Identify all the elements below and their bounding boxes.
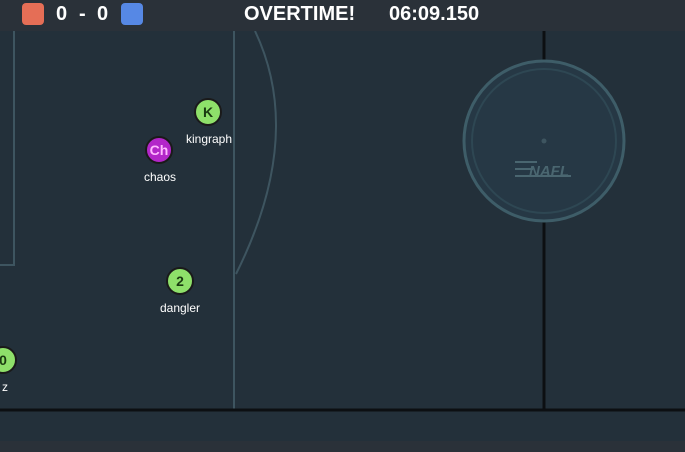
red-team-swatch: [22, 3, 44, 25]
center-dot: [541, 138, 547, 144]
player-name: dangler: [159, 301, 201, 315]
scoreboard-bar: 0 - 0 OVERTIME! 06:09.150: [0, 0, 685, 31]
bottom-strip: [0, 441, 685, 452]
player-disc[interactable]: K: [194, 98, 222, 126]
league-logo-text: NAFL: [529, 163, 569, 180]
game-clock: 06:09.150: [389, 3, 480, 25]
blue-team-swatch: [121, 3, 143, 25]
blue-score: 0: [97, 3, 109, 25]
player-name: z: [2, 380, 8, 394]
overtime-status: OVERTIME!: [244, 3, 356, 25]
player-name: kingraph: [185, 132, 233, 146]
red-score: 0: [56, 3, 68, 25]
player-disc[interactable]: 2: [166, 267, 194, 295]
score-separator: -: [79, 3, 86, 25]
player-disc[interactable]: Ch: [145, 136, 173, 164]
player-name: chaos: [143, 170, 177, 184]
hockey-field: NAFL: [0, 31, 685, 441]
